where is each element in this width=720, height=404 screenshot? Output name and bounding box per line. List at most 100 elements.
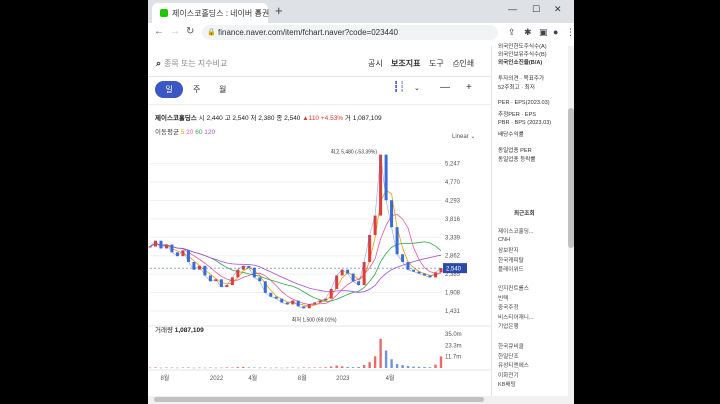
ma-60: 60 xyxy=(195,129,203,136)
volume-bar xyxy=(209,367,212,369)
recent-item[interactable]: 중국주정 xyxy=(498,303,519,311)
low-value: 2,380 xyxy=(258,115,275,122)
volume-bar xyxy=(275,367,278,369)
recent-item[interactable]: 유성티엔에스 xyxy=(498,361,529,369)
toolbar-disclosure[interactable]: 공시 xyxy=(368,58,383,69)
volume-bar xyxy=(434,364,437,368)
volume-bar xyxy=(362,365,366,368)
period-day-button[interactable]: 일 xyxy=(155,81,183,98)
volume-bar xyxy=(242,366,245,368)
open-label: 시 xyxy=(198,115,205,122)
volume-panel-value: 1,087,109 xyxy=(174,327,204,334)
scale-label: Linear xyxy=(452,134,469,140)
stock-info-line: 제이스코홀딩스 시 2,440 고 2,540 저 2,380 종 2,540 … xyxy=(155,112,382,122)
recent-title: 최근조회 xyxy=(514,211,535,217)
close-tab-icon[interactable]: ✕ xyxy=(254,7,262,18)
valuation-row: 추정PER · EPS xyxy=(498,112,536,118)
ownership-row: 외국인소진율(B/A) xyxy=(498,60,543,66)
horizontal-scroll-thumb[interactable] xyxy=(154,397,484,402)
new-tab-button[interactable]: + xyxy=(275,3,283,18)
high-value: 2,540 xyxy=(232,115,249,122)
valuation-row: 배당수익률 xyxy=(498,132,524,138)
print-label: 인쇄 xyxy=(459,59,475,68)
volume-bar xyxy=(286,367,289,369)
browser-window: 제이스코홀딩스 : 네이버 증권 ✕ + — ☐ ✕ ← → ↻ 🔒 finan… xyxy=(148,0,574,404)
ma-120: 120 xyxy=(204,129,216,136)
recent-item[interactable]: 비스티어재니... xyxy=(498,313,534,321)
naver-favicon-icon xyxy=(160,9,168,17)
recent-item[interactable]: 인지컨트롤스 xyxy=(498,284,529,292)
volume-bar xyxy=(335,365,338,368)
recent-item[interactable]: 빈텍 xyxy=(498,294,508,302)
volume-bar xyxy=(258,367,262,369)
chevron-down-icon[interactable]: ⌄ xyxy=(414,84,420,92)
scale-selector[interactable]: Linear ⌄ xyxy=(452,133,475,140)
high-label: 고 xyxy=(224,115,231,122)
recent-item[interactable]: 삼보판지 xyxy=(498,246,519,254)
maximize-icon[interactable]: ☐ xyxy=(532,4,540,15)
vertical-scroll-thumb[interactable] xyxy=(568,108,574,248)
volume-bar xyxy=(203,367,207,369)
volume-bar xyxy=(198,367,201,369)
search-icon: ⌕ xyxy=(156,58,162,68)
candlestick-icon[interactable]: ┇┆ xyxy=(393,82,405,93)
profile-avatar-icon[interactable]: ● xyxy=(553,27,558,37)
horizontal-scrollbar[interactable] xyxy=(148,396,574,404)
minimize-icon[interactable]: — xyxy=(508,4,517,14)
toolbar-indicators[interactable]: 보조지표 xyxy=(391,58,420,69)
recent-item[interactable]: 한국큐비클 xyxy=(498,342,524,350)
browser-tab[interactable]: 제이스코홀딩스 : 네이버 증권 ✕ xyxy=(152,3,269,23)
stock-search-input[interactable]: ⌕ 종목 또는 지수비교 xyxy=(156,58,227,69)
period-week-button[interactable]: 주 xyxy=(193,84,200,95)
volume-bar xyxy=(401,365,404,368)
recent-item[interactable]: 한일단조 xyxy=(498,352,519,360)
ma-5: 5 xyxy=(180,129,185,136)
recent-item[interactable]: 플레이위드 xyxy=(498,265,524,273)
volume-bar xyxy=(340,366,344,368)
price-candle xyxy=(148,246,152,248)
volume-bar xyxy=(291,367,294,369)
recent-item[interactable]: 이화전기 xyxy=(498,371,519,379)
toolbar-tools[interactable]: 도구 xyxy=(429,58,444,69)
volume-bar xyxy=(236,367,240,368)
price-tick-label: 1,431 xyxy=(445,309,461,315)
zoom-in-icon[interactable]: + xyxy=(466,82,472,93)
reload-icon[interactable]: ↻ xyxy=(186,26,194,37)
volume-bar xyxy=(439,356,443,368)
volume-bar xyxy=(181,367,185,369)
address-bar[interactable]: 🔒 finance.naver.com/item/fchart.naver?co… xyxy=(202,25,498,40)
share-icon[interactable]: ⇪ xyxy=(508,27,516,38)
volume-bar xyxy=(390,359,393,368)
volume-bar xyxy=(329,366,333,368)
recent-item[interactable]: 한국캐피탈 xyxy=(498,256,524,264)
back-icon[interactable]: ← xyxy=(154,26,164,37)
volume-bar xyxy=(412,366,415,368)
lock-icon: 🔒 xyxy=(207,29,216,36)
stock-name: 제이스코홀딩스 xyxy=(155,115,197,122)
low-annotation: 최저 1,500 (69.01%) xyxy=(292,316,337,323)
price-tick-label: 3,816 xyxy=(445,217,461,223)
volume-bar xyxy=(417,366,421,368)
forward-icon[interactable]: → xyxy=(170,26,180,37)
zoom-out-icon[interactable]: — xyxy=(440,82,450,93)
recent-item[interactable]: CNH xyxy=(498,237,510,243)
recent-item[interactable]: 기업은행 xyxy=(498,322,519,330)
recent-item[interactable]: KB배팅 xyxy=(498,380,516,388)
tab-strip: 제이스코홀딩스 : 네이버 증권 ✕ + — ☐ ✕ xyxy=(148,0,574,23)
volume-bar xyxy=(253,367,256,369)
close-window-icon[interactable]: ✕ xyxy=(554,4,562,15)
extensions-icon[interactable]: ✱ xyxy=(524,27,532,38)
volume-bar xyxy=(351,367,355,368)
volume-bar xyxy=(214,367,218,369)
volume-bar xyxy=(170,367,174,369)
high-annotation: 최고 5,480 (-53.39%) xyxy=(331,149,378,156)
volume-bar xyxy=(280,367,283,369)
print-button[interactable]: ⎙인쇄 xyxy=(453,58,474,69)
recent-item[interactable]: 제이스코홀딩... xyxy=(498,227,534,235)
period-month-button[interactable]: 월 xyxy=(219,84,226,95)
price-chart[interactable]: 5,2474,7704,2933,8163,3392,8622,3851,908… xyxy=(148,142,491,396)
menu-kebab-icon[interactable]: ⋮ xyxy=(566,27,574,38)
sidebar-icon[interactable]: ▣ xyxy=(539,27,548,38)
volume-bar xyxy=(192,367,196,369)
volume-panel-label: 거래량 1,087,109 xyxy=(155,324,204,334)
